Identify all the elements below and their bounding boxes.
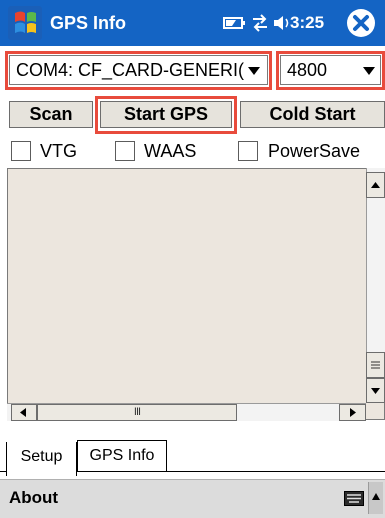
chevron-down-icon [363,67,375,75]
grip-icon [371,361,380,369]
vtg-label: VTG [40,141,78,161]
tab-setup[interactable]: Setup [6,442,77,476]
input-panel-toggle[interactable] [368,482,383,514]
scroll-up-button[interactable] [366,172,385,198]
scroll-left-button[interactable] [11,404,37,421]
output-listbox[interactable] [7,168,385,420]
cold-start-button[interactable]: Cold Start [240,101,385,128]
arrow-up-icon [371,182,380,188]
windows-start-icon[interactable] [6,4,44,42]
waas-checkbox[interactable] [115,141,135,161]
scroll-right-button[interactable] [339,404,366,421]
clock: 3:25 [290,13,325,32]
powersave-label: PowerSave [268,141,361,161]
powersave-checkbox[interactable] [238,141,258,161]
arrow-right-icon [350,408,356,417]
start-gps-button[interactable]: Start GPS [100,101,232,128]
volume-icon [274,16,289,30]
port-combo[interactable]: COM4: CF_CARD-GENERI( [9,55,268,85]
scroll-down-button[interactable] [366,378,385,403]
port-combo-value: COM4: CF_CARD-GENERI( [16,60,244,80]
baud-combo[interactable]: 4800 [280,55,381,85]
keyboard-icon[interactable] [344,491,364,506]
about-menu-item[interactable]: About [9,483,58,513]
connectivity-icon [253,14,267,32]
horizontal-scroll-thumb[interactable]: III [37,404,237,421]
baud-combo-value: 4800 [287,60,328,80]
vertical-scroll-thumb[interactable] [366,352,385,378]
chevron-down-icon [248,67,260,75]
close-icon[interactable] [345,7,377,39]
arrow-down-icon [371,388,380,394]
arrow-up-icon [372,493,380,500]
arrow-left-icon [20,408,26,417]
vtg-checkbox[interactable] [11,141,31,161]
app-title: GPS Info [50,13,126,33]
scan-button[interactable]: Scan [9,101,93,128]
tab-gps-info[interactable]: GPS Info [77,440,167,472]
battery-icon [223,17,245,29]
waas-label: WAAS [144,141,197,161]
